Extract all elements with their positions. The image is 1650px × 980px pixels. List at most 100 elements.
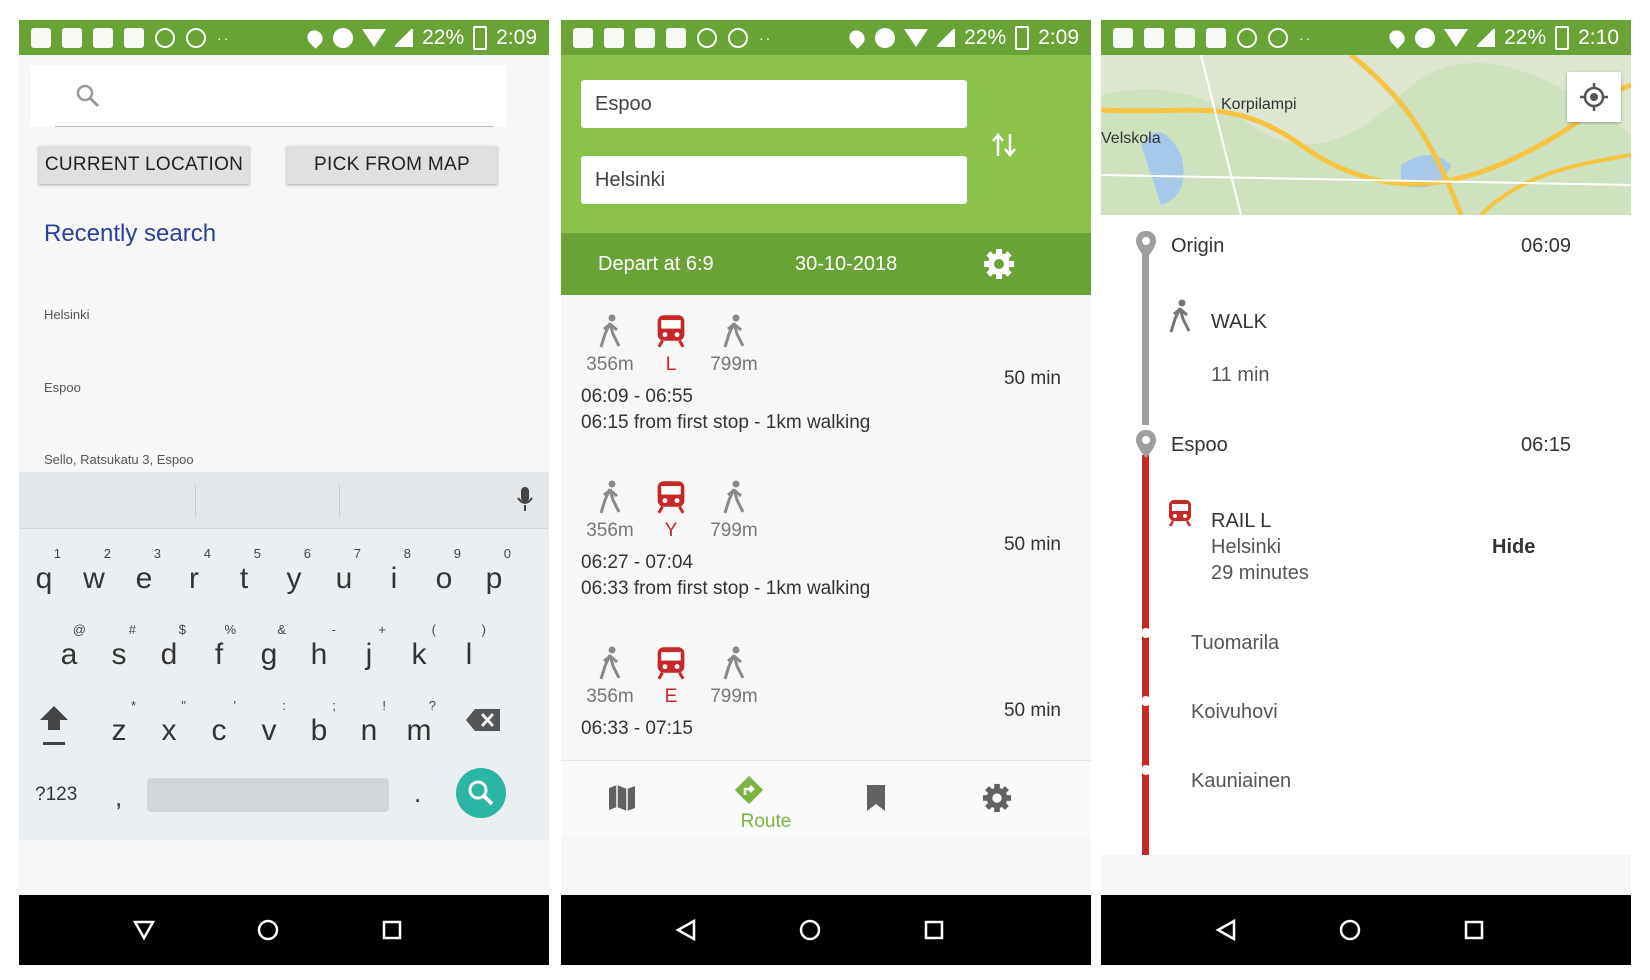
key-hint: 6 — [303, 546, 311, 561]
my-location-button[interactable] — [1567, 72, 1621, 122]
train-icon — [657, 315, 685, 348]
settings-gear-icon[interactable] — [982, 783, 1012, 813]
key-hint: : — [282, 698, 286, 713]
notification-icon — [31, 28, 51, 48]
signal-icon — [395, 29, 414, 47]
recents-icon[interactable] — [1463, 919, 1485, 941]
key-n[interactable]: n! — [344, 692, 394, 752]
key-t[interactable]: t5 — [219, 540, 269, 600]
current-location-button[interactable]: CURRENT LOCATION — [39, 146, 249, 184]
home-icon[interactable] — [257, 919, 279, 941]
route-list: 356m L 799m 06:09 - 06:55 06:15 from first s… — [561, 20, 1091, 734]
key-o[interactable]: o9 — [419, 540, 469, 600]
key-letter: f — [214, 638, 224, 671]
key-q[interactable]: q1 — [19, 540, 69, 600]
pick-from-map-button[interactable]: PICK FROM MAP — [287, 146, 497, 184]
key-j[interactable]: j + — [344, 616, 394, 676]
key-b[interactable]: b; — [294, 692, 344, 752]
walk-icon — [599, 646, 621, 680]
recents-icon[interactable] — [381, 919, 403, 941]
key-hint: + — [378, 622, 386, 637]
recents-icon[interactable] — [923, 919, 945, 941]
key-y[interactable]: y6 — [269, 540, 319, 600]
key-p[interactable]: p0 — [469, 540, 519, 600]
microphone-icon[interactable] — [517, 486, 533, 512]
espoo-time: 06:15 — [1521, 434, 1572, 456]
key-hint: 3 — [153, 546, 161, 561]
key-hint: 5 — [253, 546, 261, 561]
key-hint: 1 — [53, 546, 61, 561]
back-icon[interactable] — [1215, 919, 1237, 941]
key-h[interactable]: h- — [294, 616, 344, 676]
key-letter: o — [435, 562, 453, 595]
back-down-icon[interactable] — [133, 919, 155, 941]
check-icon — [186, 28, 206, 48]
walk-distance: 356m — [586, 686, 634, 707]
rail-destination: Helsinki — [1211, 536, 1282, 558]
period-key[interactable]: . — [414, 778, 421, 809]
route-card[interactable]: 356m E 799m 06:33 - 07:15 50 min — [561, 646, 1091, 734]
route-card[interactable]: 356m L 799m 06:09 - 06:55 06:15 from first s… — [561, 314, 1091, 480]
walk-distance: 799m — [710, 686, 758, 707]
backspace-icon[interactable] — [465, 708, 501, 732]
walk-distance: 356m — [586, 354, 634, 375]
stop-item: Tuomarila — [1191, 632, 1280, 654]
notification-icon — [1113, 28, 1133, 48]
home-icon[interactable] — [799, 919, 821, 941]
key-w[interactable]: w2 — [69, 540, 119, 600]
route-map[interactable]: Korpilampi Velskola — [1101, 55, 1631, 215]
search-icon — [468, 780, 494, 806]
key-i[interactable]: i8 — [369, 540, 419, 600]
key-a[interactable]: a @ — [44, 616, 94, 676]
key-f[interactable]: f% — [194, 616, 244, 676]
key-letter: i — [390, 562, 398, 595]
key-k[interactable]: k( — [394, 616, 444, 676]
hide-stops-button[interactable]: Hide — [1492, 536, 1535, 559]
search-action-button[interactable] — [456, 768, 506, 818]
key-g[interactable]: g & — [244, 616, 294, 676]
key-x[interactable]: x " — [144, 692, 194, 752]
battery-icon — [1555, 26, 1570, 50]
key-v[interactable]: v: — [244, 692, 294, 752]
key-r[interactable]: r4 — [169, 540, 219, 600]
key-letter: q — [35, 562, 53, 595]
walk-line — [1142, 245, 1149, 425]
key-e[interactable]: e3 — [119, 540, 169, 600]
comma-key[interactable]: , — [115, 782, 122, 813]
back-icon[interactable] — [675, 919, 697, 941]
screen-routes: ·· 22% 2:09 Espoo Helsinki Depart at 6:9… — [561, 20, 1091, 965]
tab-route-label[interactable]: Route — [726, 811, 806, 833]
crosshair-icon — [1580, 83, 1608, 111]
key-u[interactable]: u7 — [319, 540, 369, 600]
key-hint: 7 — [353, 546, 361, 561]
key-d[interactable]: d $ — [144, 616, 194, 676]
shift-icon[interactable] — [39, 704, 69, 748]
route-icon[interactable] — [734, 775, 764, 805]
recent-item[interactable]: Sello, Ratsukatu 3, Espoo — [44, 452, 194, 467]
key-letter: a — [60, 638, 78, 671]
calendar-icon — [1206, 28, 1226, 48]
space-bar[interactable] — [147, 778, 389, 812]
key-l[interactable]: l) — [444, 616, 494, 676]
home-icon[interactable] — [1339, 919, 1361, 941]
map-icon[interactable] — [607, 783, 637, 813]
search-box[interactable] — [31, 65, 506, 127]
key-hint: % — [224, 622, 236, 637]
symbols-key[interactable]: ?123 — [35, 784, 77, 806]
key-c[interactable]: c ' — [194, 692, 244, 752]
recent-item[interactable]: Helsinki — [44, 307, 90, 322]
key-s[interactable]: s # — [94, 616, 144, 676]
more-notifications-icon: ·· — [217, 30, 231, 46]
location-icon — [1386, 27, 1408, 49]
key-letter: n — [360, 714, 378, 747]
recent-item[interactable]: Espoo — [44, 380, 81, 395]
key-letter: k — [411, 638, 427, 671]
route-card[interactable]: 356m Y 799m 06:27 - 07:04 06:33 from first s… — [561, 480, 1091, 646]
bookmark-icon[interactable] — [861, 783, 891, 813]
key-hint: 0 — [503, 546, 511, 561]
key-m[interactable]: m? — [394, 692, 444, 752]
key-letter: j — [365, 638, 373, 671]
battery-percent: 22% — [1504, 26, 1547, 49]
divider — [195, 484, 196, 518]
key-z[interactable]: z * — [94, 692, 144, 752]
